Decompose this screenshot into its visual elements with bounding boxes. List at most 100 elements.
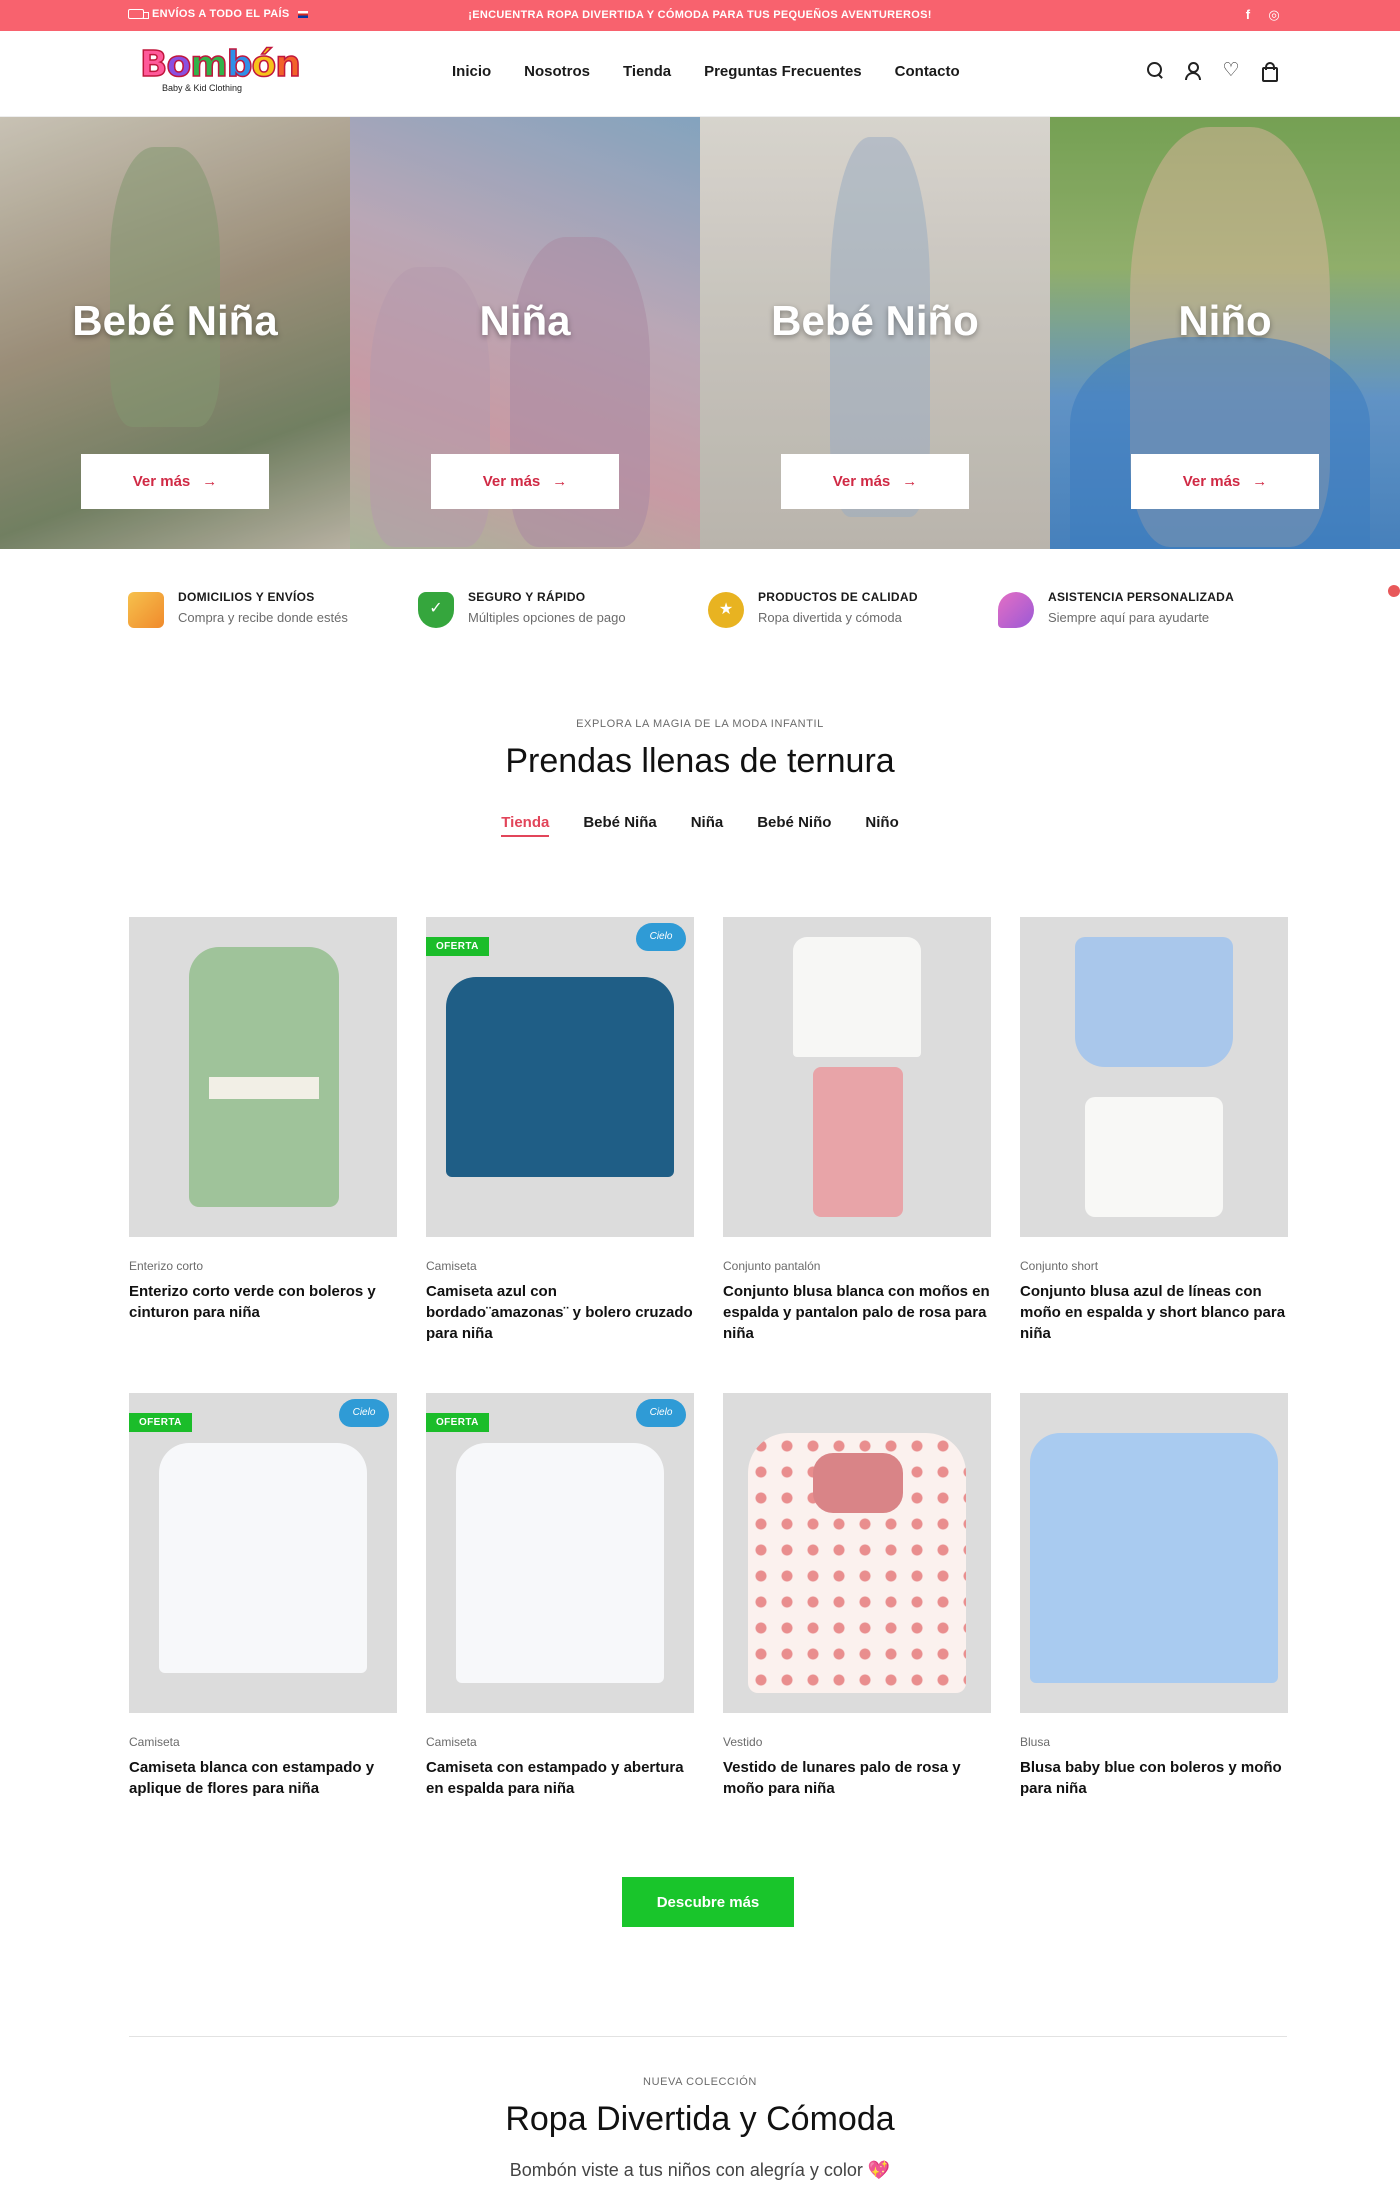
- nav-nosotros[interactable]: Nosotros: [524, 63, 590, 80]
- product-name[interactable]: Blusa baby blue con boleros y moño para …: [1020, 1757, 1288, 1799]
- feature-secure: ✓ SEGURO Y RÁPIDO Múltiples opciones de …: [418, 590, 708, 628]
- side-indicator: [1388, 585, 1400, 597]
- product-name[interactable]: Camiseta blanca con estampado y aplique …: [129, 1757, 397, 1799]
- hero-panel-bebe-nina[interactable]: Bebé Niña Ver más →: [0, 117, 350, 549]
- product-card[interactable]: OFERTA Cielo Camiseta Camiseta con estam…: [426, 1393, 694, 1799]
- category-tabs: Tienda Bebé Niña Niña Bebé Niño Niño: [0, 814, 1400, 837]
- product-category: Enterizo corto: [129, 1259, 204, 1273]
- hero-title: Niño: [1178, 297, 1272, 344]
- feature-strip: DOMICILIOS Y ENVÍOS Compra y recibe dond…: [128, 590, 1288, 628]
- product-category: Blusa: [1020, 1735, 1051, 1749]
- hero-panel-nino[interactable]: Niño Ver más →: [1050, 117, 1400, 549]
- promo-text: ¡ENCUENTRA ROPA DIVERTIDA Y CÓMODA PARA …: [468, 9, 932, 21]
- instagram-icon[interactable]: ◎: [1268, 7, 1280, 23]
- product-image[interactable]: [723, 1393, 991, 1713]
- discover-more-button[interactable]: Descubre más: [622, 1877, 794, 1927]
- ver-mas-button[interactable]: Ver más →: [1131, 454, 1319, 509]
- product-card[interactable]: Enterizo corto Enterizo corto verde con …: [129, 917, 397, 1344]
- user-icon[interactable]: [1184, 61, 1202, 80]
- arrow-right-icon: →: [902, 473, 918, 490]
- feature-text: Compra y recibe donde estés: [178, 610, 348, 625]
- tab-nino[interactable]: Niño: [865, 814, 898, 837]
- hero-categories: Bebé Niña Ver más → Niña Ver más → Bebé Ni…: [0, 117, 1400, 549]
- section-title: Prendas llenas de ternura: [505, 742, 895, 780]
- product-grid-row-1: Enterizo corto Enterizo corto verde con …: [129, 917, 1288, 1344]
- feature-title: DOMICILIOS Y ENVÍOS: [178, 590, 315, 604]
- bag-icon[interactable]: [1260, 61, 1278, 82]
- product-category: Camiseta: [426, 1735, 477, 1749]
- collection-subtitle: Bombón viste a tus niños con alegría y c…: [509, 2160, 891, 2180]
- brand-logo: Cielo: [636, 923, 686, 951]
- heart-icon[interactable]: ♡: [1222, 60, 1240, 81]
- product-card[interactable]: OFERTA Cielo Camiseta Camiseta azul con …: [426, 917, 694, 1344]
- product-grid-row-2: OFERTA Cielo Camiseta Camiseta blanca co…: [129, 1393, 1288, 1799]
- product-name[interactable]: Enterizo corto verde con boleros y cintu…: [129, 1281, 397, 1323]
- product-image[interactable]: OFERTA Cielo: [426, 917, 694, 1237]
- arrow-right-icon: →: [202, 473, 218, 490]
- product-card[interactable]: OFERTA Cielo Camiseta Camiseta blanca co…: [129, 1393, 397, 1799]
- product-category: Conjunto pantalón: [723, 1259, 821, 1273]
- hero-panel-bebe-nino[interactable]: Bebé Niño Ver más →: [700, 117, 1050, 549]
- brand-logo: Cielo: [636, 1399, 686, 1427]
- ver-mas-button[interactable]: Ver más →: [431, 454, 619, 509]
- tab-tienda[interactable]: Tienda: [501, 814, 550, 837]
- product-name[interactable]: Vestido de lunares palo de rosa y moño p…: [723, 1757, 991, 1799]
- product-card[interactable]: Vestido Vestido de lunares palo de rosa …: [723, 1393, 991, 1799]
- search-icon[interactable]: [1146, 61, 1164, 79]
- product-card[interactable]: Blusa Blusa baby blue con boleros y moño…: [1020, 1393, 1288, 1799]
- hero-panel-nina[interactable]: Niña Ver más →: [350, 117, 700, 549]
- feature-assistance: ASISTENCIA PERSONALIZADA Siempre aquí pa…: [998, 590, 1288, 628]
- header-actions: ♡: [1146, 60, 1278, 82]
- product-category: Camiseta: [426, 1259, 477, 1273]
- nav-contacto[interactable]: Contacto: [895, 63, 960, 80]
- site-header: Bombón Baby & Kid Clothing Inicio Nosotr…: [0, 31, 1400, 117]
- product-image[interactable]: OFERTA Cielo: [129, 1393, 397, 1713]
- collection-title: Ropa Divertida y Cómoda: [505, 2100, 895, 2138]
- product-image[interactable]: [723, 917, 991, 1237]
- social-links: f ◎: [1246, 7, 1280, 23]
- ver-mas-button[interactable]: Ver más →: [781, 454, 969, 509]
- arrow-right-icon: →: [552, 473, 568, 490]
- delivery-box-icon: [128, 592, 164, 628]
- sale-badge: OFERTA: [426, 937, 489, 956]
- feature-title: SEGURO Y RÁPIDO: [468, 590, 586, 604]
- logo-wordmark: Bombón: [139, 44, 301, 86]
- product-category: Vestido: [723, 1735, 763, 1749]
- nav-preguntas-frecuentes[interactable]: Preguntas Frecuentes: [704, 63, 862, 80]
- product-name[interactable]: Conjunto blusa blanca con moños en espal…: [723, 1281, 991, 1344]
- product-name[interactable]: Conjunto blusa azul de líneas con moño e…: [1020, 1281, 1288, 1344]
- tab-bebe-nino[interactable]: Bebé Niño: [757, 814, 831, 837]
- product-card[interactable]: Conjunto pantalón Conjunto blusa blanca …: [723, 917, 991, 1344]
- tab-nina[interactable]: Niña: [691, 814, 724, 837]
- nav-inicio[interactable]: Inicio: [452, 63, 491, 80]
- feature-text: Múltiples opciones de pago: [468, 610, 626, 625]
- nav-tienda[interactable]: Tienda: [623, 63, 671, 80]
- collection-kicker: NUEVA COLECCIÓN: [643, 2076, 757, 2088]
- sale-badge: OFERTA: [129, 1413, 192, 1432]
- tab-bebe-nina[interactable]: Bebé Niña: [583, 814, 656, 837]
- product-image[interactable]: [129, 917, 397, 1237]
- ver-mas-button[interactable]: Ver más →: [81, 454, 269, 509]
- product-category: Conjunto short: [1020, 1259, 1099, 1273]
- facebook-icon[interactable]: f: [1246, 7, 1251, 23]
- sale-badge: OFERTA: [426, 1413, 489, 1432]
- arrow-right-icon: →: [1252, 473, 1268, 490]
- product-image[interactable]: OFERTA Cielo: [426, 1393, 694, 1713]
- hero-title: Bebé Niño: [771, 297, 979, 344]
- chat-bubble-icon: [998, 592, 1034, 628]
- hero-title: Bebé Niña: [72, 297, 278, 344]
- product-image[interactable]: [1020, 917, 1288, 1237]
- main-nav: Inicio Nosotros Tienda Preguntas Frecuen…: [452, 63, 960, 80]
- product-image[interactable]: [1020, 1393, 1288, 1713]
- section-divider: [129, 2036, 1287, 2037]
- site-logo[interactable]: Bombón Baby & Kid Clothing: [139, 44, 301, 101]
- product-category: Camiseta: [129, 1735, 180, 1749]
- brand-logo: Cielo: [339, 1399, 389, 1427]
- feature-title: ASISTENCIA PERSONALIZADA: [1048, 590, 1235, 604]
- hero-title: Niña: [479, 297, 571, 344]
- product-name[interactable]: Camiseta azul con bordado¨amazonas¨ y bo…: [426, 1281, 694, 1344]
- product-card[interactable]: Conjunto short Conjunto blusa azul de lí…: [1020, 917, 1288, 1344]
- product-name[interactable]: Camiseta con estampado y abertura en esp…: [426, 1757, 694, 1799]
- feature-shipping: DOMICILIOS Y ENVÍOS Compra y recibe dond…: [128, 590, 418, 628]
- feature-text: Siempre aquí para ayudarte: [1048, 610, 1210, 625]
